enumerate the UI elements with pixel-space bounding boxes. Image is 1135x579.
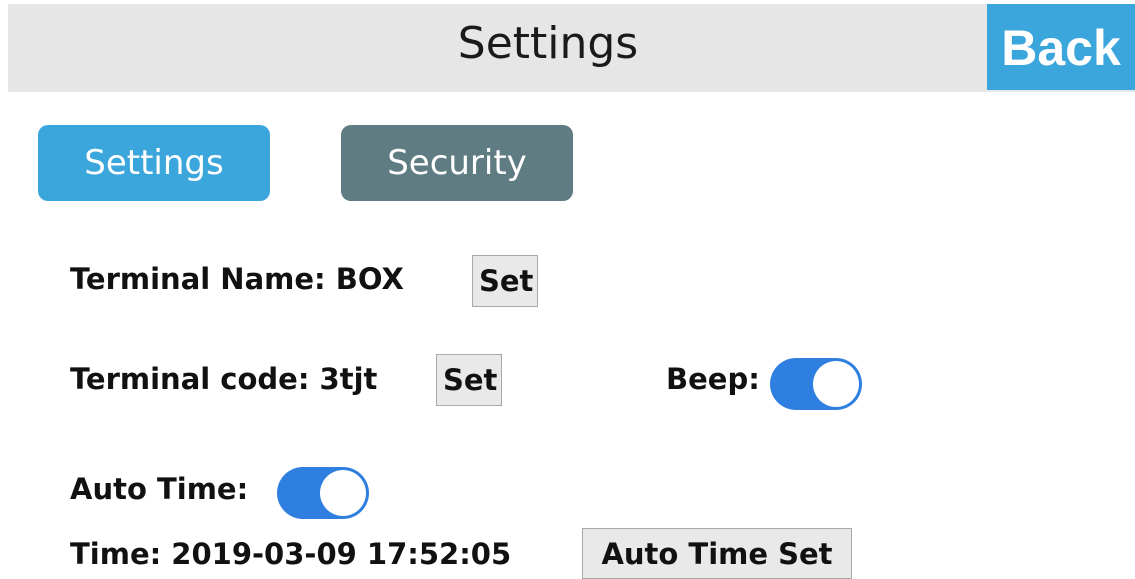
tab-security[interactable]: Security [341, 125, 573, 201]
header-bar: Settings [8, 4, 1135, 92]
terminal-code-label: Terminal code: 3tjt [70, 362, 378, 396]
page-title: Settings [457, 18, 639, 69]
auto-time-set-button[interactable]: Auto Time Set [582, 528, 852, 579]
beep-toggle-knob [813, 361, 859, 407]
beep-toggle[interactable] [770, 358, 862, 410]
terminal-code-set-button[interactable]: Set [436, 354, 502, 406]
settings-page: Settings Back Settings Security Terminal… [0, 0, 1135, 579]
back-button[interactable]: Back [987, 4, 1135, 90]
terminal-name-set-button[interactable]: Set [472, 255, 538, 307]
time-label: Time: 2019-03-09 17:52:05 [70, 537, 512, 571]
terminal-name-label: Terminal Name: BOX [70, 262, 404, 296]
tab-settings[interactable]: Settings [38, 125, 270, 201]
auto-time-label: Auto Time: [70, 472, 249, 506]
auto-time-toggle[interactable] [277, 467, 369, 519]
auto-time-toggle-knob [320, 470, 366, 516]
beep-label: Beep: [666, 362, 760, 396]
